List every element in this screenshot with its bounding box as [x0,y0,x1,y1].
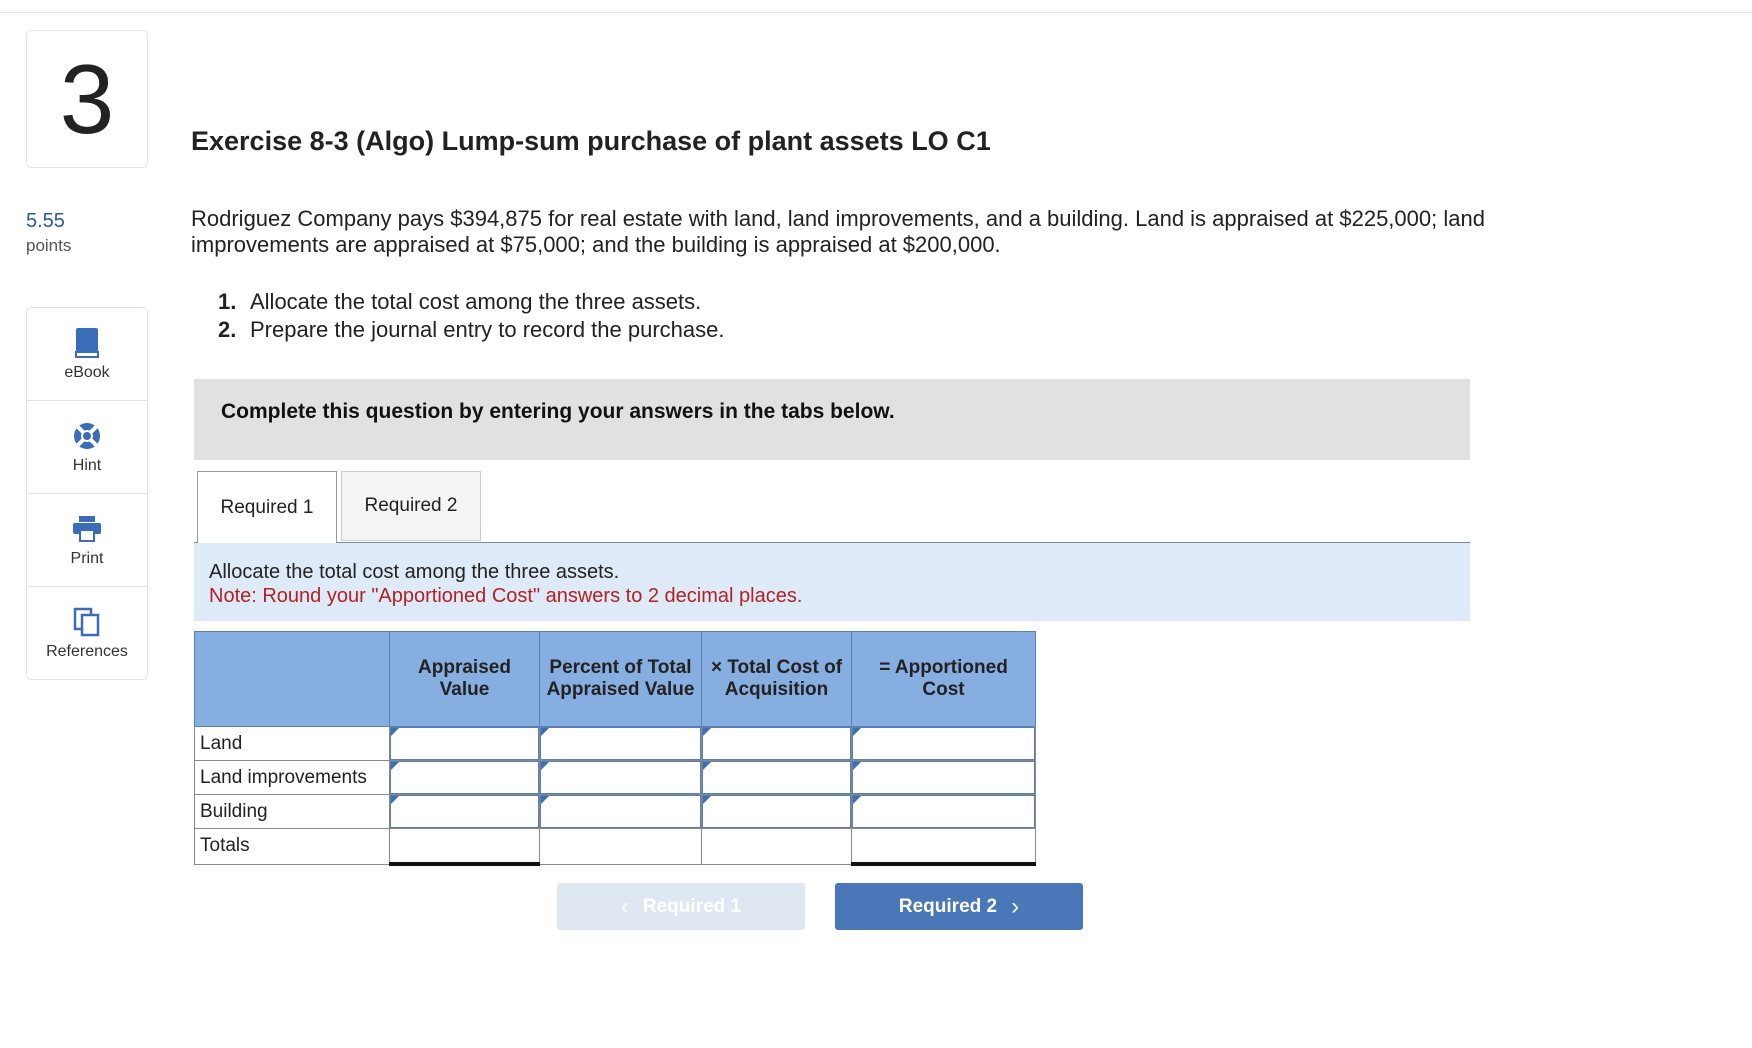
percent-input[interactable] [539,794,702,829]
copy-icon [73,605,101,639]
ebook-button[interactable]: eBook [27,308,147,401]
step-item: 2. Prepare the journal entry to record th… [218,317,725,342]
percent-total-cell [539,828,702,865]
problem-text: Rodriguez Company pays $394,875 for real… [191,206,1485,257]
panel-text: Allocate the total cost among the three … [209,561,620,583]
hint-label: Hint [72,457,102,474]
table-header-total-cost: × Total Cost of Acquisition [701,631,852,727]
tab-required-2[interactable]: Required 2 [341,471,481,541]
ebook-label: eBook [64,364,110,381]
row-label: Land [194,726,390,761]
book-icon [73,326,101,360]
percent-input[interactable] [539,760,702,795]
top-divider [0,12,1752,13]
appraised-value-input[interactable] [389,726,540,761]
apportioned-cost-input[interactable] [851,794,1036,829]
apportioned-total-input[interactable] [851,828,1036,866]
print-button[interactable]: Print [27,494,147,587]
table-header-percent: Percent of Total Appraised Value [539,631,702,727]
table-header-blank [194,631,390,727]
points-label: points [26,236,72,255]
printer-icon [72,512,102,546]
table-row: Land improvements [194,760,1036,795]
table-header-apportioned-cost: = Apportioned Cost [851,631,1036,727]
points-value: 5.55 [26,210,65,232]
appraised-value-input[interactable] [389,794,540,829]
prev-required-button[interactable]: ‹ Required 1 [557,883,805,930]
hint-button[interactable]: Hint [27,401,147,494]
references-button[interactable]: References [27,587,147,679]
row-label: Land improvements [194,760,390,795]
rounding-note: Note: Round your "Apportioned Cost" answ… [209,585,803,607]
table-row: Totals [194,828,1036,866]
total-cost-input[interactable] [701,760,852,795]
exercise-title: Exercise 8-3 (Algo) Lump-sum purchase of… [191,126,991,156]
chevron-right-icon: › [1011,892,1020,920]
references-label: References [46,643,128,660]
steps-list: 1. Allocate the total cost among the thre… [218,288,725,344]
table-header-appraised-value: Appraised Value [389,631,540,727]
print-label: Print [70,550,104,567]
apportioned-cost-input[interactable] [851,760,1036,795]
row-label: Building [194,794,390,829]
total-cost-total-cell [701,828,852,865]
total-cost-input[interactable] [701,794,852,829]
percent-input[interactable] [539,726,702,761]
row-label: Totals [194,828,390,865]
allocation-table: Appraised Value Percent of Total Apprais… [194,631,1036,866]
table-row: Building [194,794,1036,829]
tools-sidebar: eBook Hint Print References [26,307,148,680]
lifebuoy-icon [72,419,102,453]
total-cost-input[interactable] [701,726,852,761]
tab-required-1[interactable]: Required 1 [197,471,337,543]
chevron-left-icon: ‹ [620,892,629,920]
prev-label: Required 1 [642,895,742,917]
next-required-button[interactable]: Required 2 › [835,883,1083,930]
appraised-total-input[interactable] [389,828,540,866]
instruction-panel: Allocate the total cost among the three … [194,543,1470,621]
question-number: 3 [26,30,148,168]
next-label: Required 2 [898,895,998,917]
table-row: Land [194,726,1036,761]
apportioned-cost-input[interactable] [851,726,1036,761]
step-item: 1. Allocate the total cost among the thre… [218,289,702,314]
appraised-value-input[interactable] [389,760,540,795]
instructions-banner: Complete this question by entering your … [194,379,1470,460]
points-display: 5.55 points [26,210,71,256]
